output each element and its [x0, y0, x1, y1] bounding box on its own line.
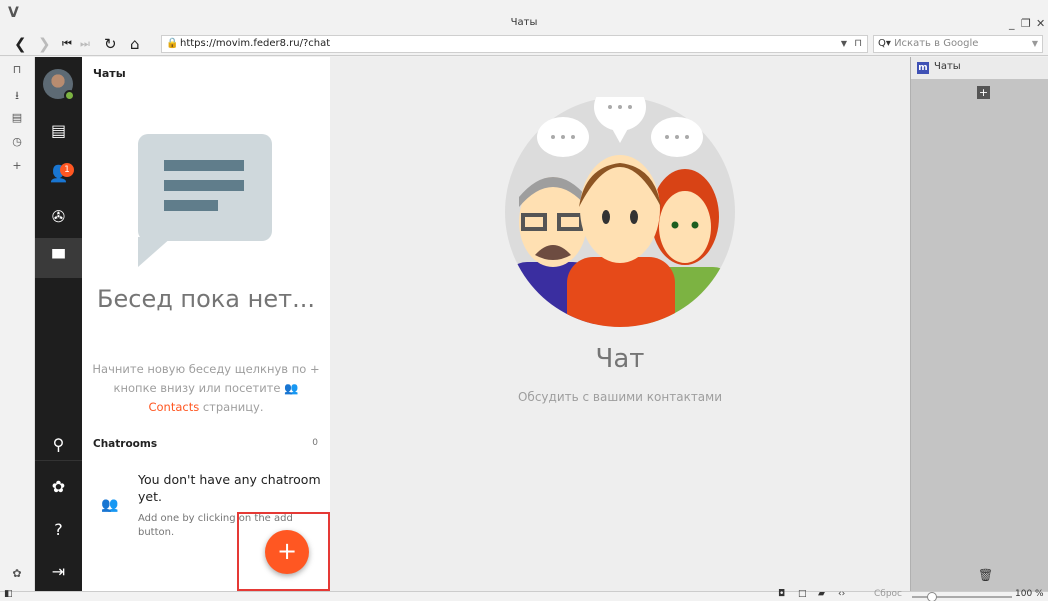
search-dropdown-icon[interactable]: ▼: [1032, 36, 1038, 52]
window-title: Чаты: [510, 17, 538, 28]
minimize-icon[interactable]: _: [1009, 17, 1015, 30]
help-icon[interactable]: ?: [35, 509, 82, 549]
logout-icon[interactable]: ⇥: [35, 551, 82, 591]
add-web-panel-icon[interactable]: +: [8, 159, 26, 172]
lock-icon: 🔒: [166, 38, 179, 49]
online-status-dot: [64, 90, 75, 101]
page-actions-icon[interactable]: ‹›: [838, 589, 845, 599]
status-bar: ◧ ◘ □ ▰ ‹› Сброс 100 %: [0, 589, 1048, 601]
browser-side-panel: ⊓ ⭳ ▤ ◷ + ✿: [0, 57, 35, 591]
search-field[interactable]: Q▾ Искать в Google ▼: [873, 35, 1043, 53]
chat-main-area: Чат Обсудить с вашими контактами: [330, 57, 910, 591]
movim-logo-icon: m: [917, 62, 929, 74]
empty-state-text: Начните новую беседу щелкнув по + кнопке…: [92, 360, 320, 417]
bookmarks-panel-icon[interactable]: ⊓: [8, 63, 26, 76]
tile-icon[interactable]: □: [798, 589, 807, 599]
communities-icon[interactable]: ✇: [35, 196, 82, 236]
chat-list-panel: Чаты Бесед пока нет... Начните новую бес…: [82, 57, 330, 591]
web-panel: m Чаты + 🗑: [910, 57, 1048, 591]
no-chatroom-title: You don't have any chatroom yet.: [138, 472, 321, 504]
search-placeholder: Искать в Google: [894, 38, 979, 49]
chatrooms-header: Chatrooms: [93, 438, 158, 450]
search-icon[interactable]: ⚲: [35, 424, 82, 464]
maximize-icon[interactable]: ❐: [1021, 17, 1031, 30]
web-panel-add-button[interactable]: +: [977, 86, 990, 99]
panel-settings-icon[interactable]: ✿: [8, 567, 26, 580]
zoom-slider-knob[interactable]: [927, 592, 937, 601]
empty-chat-bubble-icon: [138, 134, 272, 241]
contacts-link-label: Contacts: [148, 400, 200, 414]
chat-title: Чат: [595, 344, 645, 374]
bookmark-icon[interactable]: ⊓: [854, 36, 862, 52]
page-title: Чаты: [93, 67, 126, 80]
rewind-icon[interactable]: ⏮: [62, 35, 72, 53]
reload-icon[interactable]: ↻: [104, 35, 117, 53]
history-panel-icon[interactable]: ◷: [8, 135, 26, 148]
zoom-reset-button[interactable]: Сброс: [874, 589, 902, 599]
add-chat-button[interactable]: +: [265, 530, 309, 574]
empty-chat-bubble-tail: [138, 237, 172, 267]
url-field[interactable]: 🔒 https://movim.feder8.ru/?chat ▼ ⊓: [161, 35, 868, 53]
capture-icon[interactable]: ◘: [778, 589, 785, 599]
search-engine-icon[interactable]: Q▾: [878, 38, 891, 49]
web-panel-header: m Чаты: [911, 57, 1048, 79]
notes-panel-icon[interactable]: ▤: [8, 111, 26, 124]
forward-icon[interactable]: ❯: [38, 35, 51, 53]
window-titlebar: V Чаты _ ❐ ✕: [0, 0, 1048, 33]
fast-forward-icon[interactable]: ⏭: [80, 35, 90, 53]
app-nav-rail: ▤ 👤 1 ✇ ▀ ⚲ ✿ ? ⇥: [35, 57, 82, 591]
address-bar-row: ❮ ❯ ⏮ ⏭ ↻ ⌂ 🔒 https://movim.feder8.ru/?c…: [0, 33, 1048, 56]
image-icon[interactable]: ▰: [818, 589, 825, 599]
news-icon[interactable]: ▤: [35, 110, 82, 150]
avatar[interactable]: [43, 69, 75, 101]
home-icon[interactable]: ⌂: [130, 35, 140, 53]
settings-icon[interactable]: ✿: [35, 466, 82, 506]
web-panel-title: Чаты: [934, 61, 961, 72]
empty-state-text-after: страницу.: [199, 400, 264, 414]
nav-divider: [35, 460, 82, 461]
chat-icon[interactable]: ▀: [35, 238, 82, 278]
contacts-badge: 1: [60, 163, 74, 177]
zoom-level: 100 %: [1015, 589, 1044, 599]
chat-illustration: [505, 97, 735, 327]
url-dropdown-icon[interactable]: ▼: [841, 36, 847, 52]
chatroom-group-icon: 👥: [101, 497, 119, 513]
back-icon[interactable]: ❮: [14, 35, 27, 53]
contacts-icon[interactable]: 👤 1: [35, 153, 82, 193]
chatrooms-count: 0: [312, 438, 318, 448]
downloads-panel-icon[interactable]: ⭳: [8, 87, 26, 106]
panel-toggle-icon[interactable]: ◧: [4, 589, 13, 599]
contacts-link-icon: 👥: [284, 381, 299, 395]
trash-icon[interactable]: 🗑: [978, 568, 993, 582]
url-text: https://movim.feder8.ru/?chat: [180, 38, 331, 49]
chat-subtitle: Обсудить с вашими контактами: [517, 390, 723, 404]
close-icon[interactable]: ✕: [1036, 17, 1045, 30]
empty-state-title: Бесед пока нет...: [97, 285, 315, 313]
